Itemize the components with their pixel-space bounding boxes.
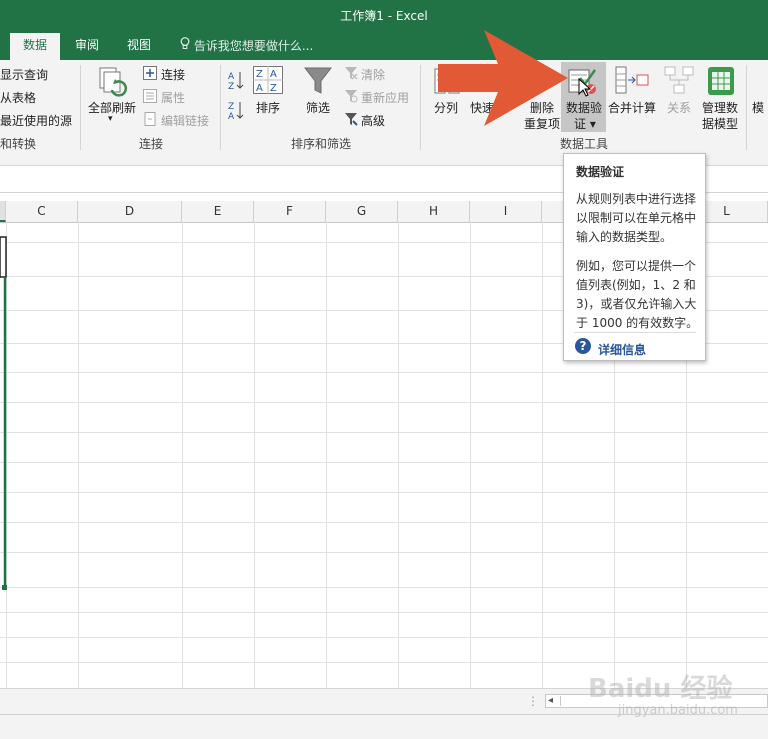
chevron-down-icon: ▾ — [108, 114, 113, 124]
filter-funnel-icon — [303, 66, 333, 99]
svg-text:Z: Z — [270, 83, 277, 94]
data-validation-tooltip: 数据验证 从规则列表中进行选择 以限制可以在单元格中 输入的数据类型。 例如，您… — [563, 153, 706, 361]
column-header-c[interactable]: C — [6, 201, 78, 222]
connections-icon — [143, 66, 157, 83]
tooltip-title: 数据验证 — [576, 165, 625, 179]
data-validation-line2: 证 ▾ — [574, 117, 596, 131]
svg-text:A: A — [228, 72, 235, 82]
data-model-line1[interactable]: 管理数 — [702, 99, 738, 116]
sort-button[interactable]: 排序 — [256, 99, 280, 116]
group-separator — [80, 65, 81, 150]
group-separator — [420, 65, 421, 150]
tooltip-more-info-link[interactable]: 详细信息 — [598, 341, 646, 358]
refresh-all-icon — [98, 66, 128, 101]
scroll-divider — [560, 696, 561, 706]
split-handle-icon[interactable]: ⋮ — [527, 694, 539, 708]
tooltip-line: 输入的数据类型。 — [576, 230, 673, 244]
advanced-button[interactable]: 高级 — [361, 112, 385, 129]
relationships-button[interactable]: 关系 — [667, 99, 691, 116]
column-header-f[interactable]: F — [254, 201, 326, 222]
connections-button[interactable]: 连接 — [161, 66, 185, 83]
svg-text:A: A — [256, 83, 263, 94]
filter-button[interactable]: 筛选 — [306, 99, 330, 116]
clear-button[interactable]: 清除 — [361, 66, 385, 83]
show-queries-button[interactable]: 显示查询 — [0, 66, 48, 83]
tell-me-search[interactable]: 告诉我您想要做什么... — [180, 37, 313, 54]
sort-az-icon: AZ — [228, 70, 244, 93]
tooltip-line: 以限制可以在单元格中 — [576, 211, 697, 225]
column-header-d[interactable]: D — [78, 201, 182, 222]
edit-links-button[interactable]: 编辑链接 — [161, 112, 209, 129]
tooltip-divider — [574, 332, 696, 333]
relationships-icon — [664, 66, 694, 97]
watermark-logo: Baidu 经验 — [588, 674, 733, 704]
data-model-icon — [707, 66, 735, 99]
tooltip-line: 例如，您可以提供一个 — [576, 259, 697, 273]
group-label-connections: 连接 — [139, 137, 164, 151]
group-label-data-tools: 数据工具 — [560, 137, 609, 151]
column-header-i[interactable]: I — [470, 201, 542, 222]
edit-links-icon — [143, 112, 157, 129]
tab-review[interactable]: 审阅 — [62, 33, 112, 60]
svg-text:A: A — [228, 112, 235, 120]
group-separator — [220, 65, 221, 150]
from-table-button[interactable]: 从表格 — [0, 89, 36, 106]
watermark-url: jingyan.baidu.com — [618, 703, 738, 718]
properties-button[interactable]: 属性 — [161, 89, 185, 106]
tell-me-text: 告诉我您想要做什么... — [193, 39, 314, 53]
tab-view[interactable]: 视图 — [114, 33, 164, 60]
data-model-line2[interactable]: 据模型 — [702, 115, 738, 132]
reapply-button[interactable]: 重新应用 — [361, 89, 409, 106]
recent-sources-button[interactable]: 最近使用的源 — [0, 112, 72, 129]
column-header-h[interactable]: H — [398, 201, 470, 222]
arrow-annotation — [438, 30, 568, 129]
svg-text:A: A — [270, 69, 277, 80]
mouse-cursor-icon — [578, 77, 592, 101]
sort-dialog-icon: ZAAZ — [253, 66, 283, 97]
data-validation-line1: 数据验 — [566, 101, 603, 115]
scroll-left-arrow-icon[interactable]: ◂ — [548, 695, 553, 706]
tooltip-line: 值列表(例如，1、2 和 — [576, 278, 696, 292]
tooltip-line: 从规则列表中进行选择 — [576, 192, 697, 206]
window-title: 工作簿1 - Excel — [340, 9, 428, 23]
svg-text:Z: Z — [228, 102, 234, 112]
consolidate-icon — [615, 66, 649, 97]
svg-text:Z: Z — [256, 69, 263, 80]
sort-za-icon: ZA — [228, 100, 244, 123]
consolidate-button[interactable]: 合并计算 — [608, 99, 656, 116]
advanced-filter-icon — [344, 112, 358, 129]
column-header-e[interactable]: E — [182, 201, 254, 222]
group-label-sort-filter: 排序和筛选 — [291, 137, 352, 151]
tab-data[interactable]: 数据 — [10, 33, 60, 60]
group-separator — [746, 65, 747, 150]
help-question-icon: ? — [575, 338, 591, 354]
tooltip-line: 3)，或者仅允许输入大 — [576, 297, 697, 311]
group-label-get-transform: 和转换 — [0, 137, 37, 151]
svg-text:Z: Z — [228, 82, 234, 90]
lightbulb-icon — [180, 37, 190, 53]
clear-filter-icon — [344, 66, 358, 83]
column-header-g[interactable]: G — [326, 201, 398, 222]
reapply-icon — [344, 89, 358, 106]
tooltip-line: 于 1000 的有效数字。 — [576, 316, 699, 330]
properties-icon — [143, 89, 157, 106]
forecast-button-partial[interactable]: 模 — [752, 99, 764, 116]
